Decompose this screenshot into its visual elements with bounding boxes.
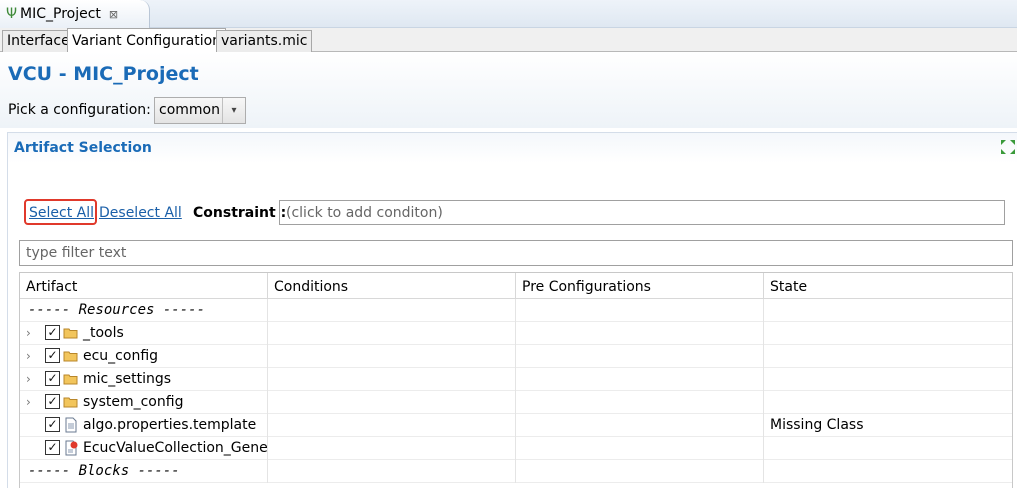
table-row[interactable]: ✓ algo.properties.template Missing Class — [20, 414, 1012, 437]
checkbox[interactable]: ✓ — [45, 371, 60, 386]
page-tab-bar: Interface Variant Configuration variants… — [0, 28, 1017, 52]
conditions-cell[interactable] — [268, 322, 516, 345]
maximize-icon[interactable] — [1000, 139, 1016, 155]
state-cell — [764, 437, 1012, 460]
tab-variant-configuration[interactable]: Variant Configuration — [67, 28, 227, 52]
chevron-right-icon[interactable]: › — [26, 349, 36, 363]
pre-configurations-cell — [516, 460, 764, 483]
section-header: Artifact Selection — [8, 133, 1017, 163]
table-row-separator: ----- Blocks ----- — [20, 460, 1012, 483]
pre-configurations-cell — [516, 414, 764, 437]
folder-icon — [63, 397, 78, 408]
checkbox[interactable]: ✓ — [45, 325, 60, 340]
conditions-cell — [268, 460, 516, 483]
checkbox[interactable]: ✓ — [45, 348, 60, 363]
file-icon — [65, 417, 77, 433]
table-row[interactable]: › ✓ mic_settings — [20, 368, 1012, 391]
project-icon: Ψ — [6, 6, 18, 22]
constraint-label: Constraint : — [193, 205, 287, 221]
state-cell — [764, 391, 1012, 414]
state-cell — [764, 345, 1012, 368]
pre-configurations-cell — [516, 299, 764, 322]
conditions-cell[interactable] — [268, 437, 516, 460]
configuration-select-value: common — [159, 102, 220, 118]
conditions-cell[interactable] — [268, 345, 516, 368]
folder-icon — [63, 351, 78, 362]
artifact-table: Artifact Conditions Pre Configurations S… — [19, 272, 1013, 488]
artifact-name: system_config — [83, 394, 184, 410]
artifact-cell: ----- Resources ----- — [20, 299, 268, 322]
conditions-cell[interactable] — [268, 391, 516, 414]
checkbox[interactable]: ✓ — [45, 417, 60, 432]
separator-label: ----- Blocks ----- — [28, 463, 180, 479]
page-title: VCU - MIC_Project — [8, 63, 199, 85]
tab-variants-mic[interactable]: variants.mic — [216, 30, 313, 52]
state-cell — [764, 322, 1012, 345]
artifact-name: ecu_config — [83, 348, 159, 364]
artifact-cell: › ✓ ecu_config — [20, 345, 268, 368]
deselect-all-link[interactable]: Deselect All — [99, 205, 182, 221]
table-header: Artifact Conditions Pre Configurations S… — [20, 273, 1012, 299]
pre-configurations-cell — [516, 437, 764, 460]
state-cell — [764, 368, 1012, 391]
conditions-cell — [268, 299, 516, 322]
chevron-down-icon[interactable]: ▾ — [222, 98, 245, 123]
column-header-artifact[interactable]: Artifact — [20, 273, 268, 299]
column-header-conditions[interactable]: Conditions — [268, 273, 516, 299]
section-title: Artifact Selection — [14, 140, 152, 156]
pre-configurations-cell — [516, 345, 764, 368]
pre-configurations-cell — [516, 322, 764, 345]
table-row-separator: ----- Resources ----- — [20, 299, 1012, 322]
table-row[interactable]: ✓ EcucValueCollection_Genera — [20, 437, 1012, 460]
table-row[interactable]: › ✓ _tools — [20, 322, 1012, 345]
table-row[interactable]: › ✓ system_config — [20, 391, 1012, 414]
artifact-cell: ----- Blocks ----- — [20, 460, 268, 483]
artifact-name: mic_settings — [83, 371, 172, 387]
form-header: VCU - MIC_Project Pick a configuration: … — [0, 52, 1017, 128]
chevron-right-icon[interactable]: › — [26, 395, 36, 409]
table-row[interactable]: › ✓ ecu_config — [20, 345, 1012, 368]
checkbox[interactable]: ✓ — [45, 440, 60, 455]
artifact-cell: › ✓ mic_settings — [20, 368, 268, 391]
pre-configurations-cell — [516, 368, 764, 391]
conditions-cell[interactable] — [268, 368, 516, 391]
config-label: Pick a configuration: — [8, 102, 151, 118]
artifact-cell: ✓ algo.properties.template — [20, 414, 268, 437]
folder-icon — [63, 374, 78, 385]
conditions-cell[interactable] — [268, 414, 516, 437]
column-header-pre-configurations[interactable]: Pre Configurations — [516, 273, 764, 299]
artifact-cell: › ✓ _tools — [20, 322, 268, 345]
configuration-select[interactable]: common ▾ — [154, 97, 246, 124]
editor-tab-bar: Ψ MIC_Project ⊠ — [0, 0, 1017, 28]
artifact-cell: ✓ EcucValueCollection_Genera — [20, 437, 268, 460]
editor-tab-title: MIC_Project — [20, 6, 101, 22]
pre-configurations-cell — [516, 391, 764, 414]
artifact-cell: › ✓ system_config — [20, 391, 268, 414]
editor-tab-mic-project[interactable]: Ψ MIC_Project ⊠ — [0, 0, 150, 28]
close-icon[interactable]: ⊠ — [109, 8, 118, 21]
state-cell — [764, 299, 1012, 322]
column-header-state[interactable]: State — [764, 273, 1012, 299]
state-cell: Missing Class — [770, 417, 864, 433]
artifact-name: _tools — [83, 325, 124, 341]
filter-input[interactable]: type filter text — [19, 240, 1013, 266]
chevron-right-icon[interactable]: › — [26, 372, 36, 386]
checkbox[interactable]: ✓ — [45, 394, 60, 409]
constraint-field[interactable]: (click to add conditon) — [279, 200, 1005, 225]
folder-icon — [63, 328, 78, 339]
file-error-icon — [65, 440, 78, 456]
state-cell — [764, 460, 1012, 483]
select-all-link[interactable]: Select All — [29, 205, 94, 221]
separator-label: ----- Resources ----- — [28, 302, 206, 318]
tab-interface[interactable]: Interface — [2, 30, 75, 52]
artifact-name: EcucValueCollection_Genera — [83, 440, 268, 456]
chevron-right-icon[interactable]: › — [26, 326, 36, 340]
artifact-name: algo.properties.template — [83, 417, 257, 433]
